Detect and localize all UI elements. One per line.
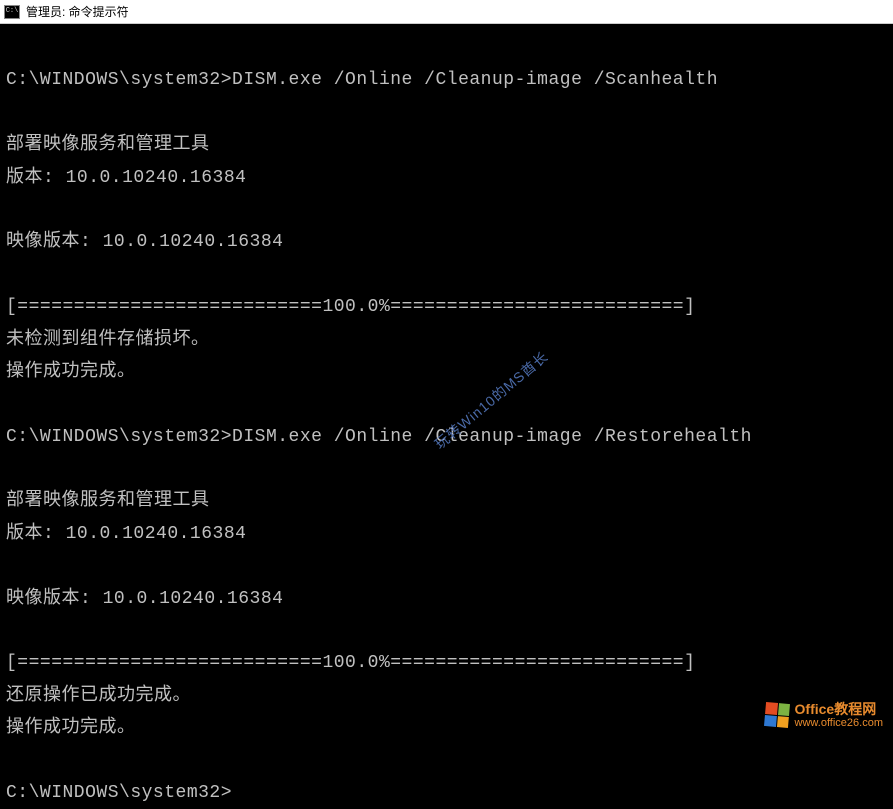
terminal-line: 未检测到组件存储损坏。 <box>6 330 210 350</box>
terminal-line: 部署映像服务和管理工具 <box>6 491 210 511</box>
terminal-line: [===========================100.0%======… <box>6 653 695 673</box>
office-icon <box>764 702 790 728</box>
terminal-line: C:\WINDOWS\system32>DISM.exe /Online /Cl… <box>6 70 718 90</box>
terminal-output[interactable]: C:\WINDOWS\system32>DISM.exe /Online /Cl… <box>0 24 893 735</box>
footer-brand: Office教程网 www.office26.com <box>765 702 883 729</box>
terminal-line: 版本: 10.0.10240.16384 <box>6 524 246 544</box>
terminal-line: C:\WINDOWS\system32>DISM.exe /Online /Cl… <box>6 427 752 447</box>
terminal-line: 映像版本: 10.0.10240.16384 <box>6 232 283 252</box>
cmd-icon-text: C:\ <box>6 8 19 15</box>
cmd-icon: C:\ <box>4 5 20 19</box>
window-title: 管理员: 命令提示符 <box>26 3 129 20</box>
brand-title: Office教程网 <box>795 702 883 717</box>
terminal-line: 版本: 10.0.10240.16384 <box>6 168 246 188</box>
terminal-line: 部署映像服务和管理工具 <box>6 135 210 155</box>
terminal-line: 操作成功完成。 <box>6 718 136 738</box>
brand-url: www.office26.com <box>795 717 883 729</box>
terminal-line: 映像版本: 10.0.10240.16384 <box>6 589 283 609</box>
terminal-line: [===========================100.0%======… <box>6 297 695 317</box>
terminal-line: 还原操作已成功完成。 <box>6 686 191 706</box>
brand-text-block: Office教程网 www.office26.com <box>795 702 883 729</box>
terminal-line: 操作成功完成。 <box>6 362 136 382</box>
terminal-line: C:\WINDOWS\system32> <box>6 783 232 803</box>
title-bar[interactable]: C:\ 管理员: 命令提示符 <box>0 0 893 24</box>
